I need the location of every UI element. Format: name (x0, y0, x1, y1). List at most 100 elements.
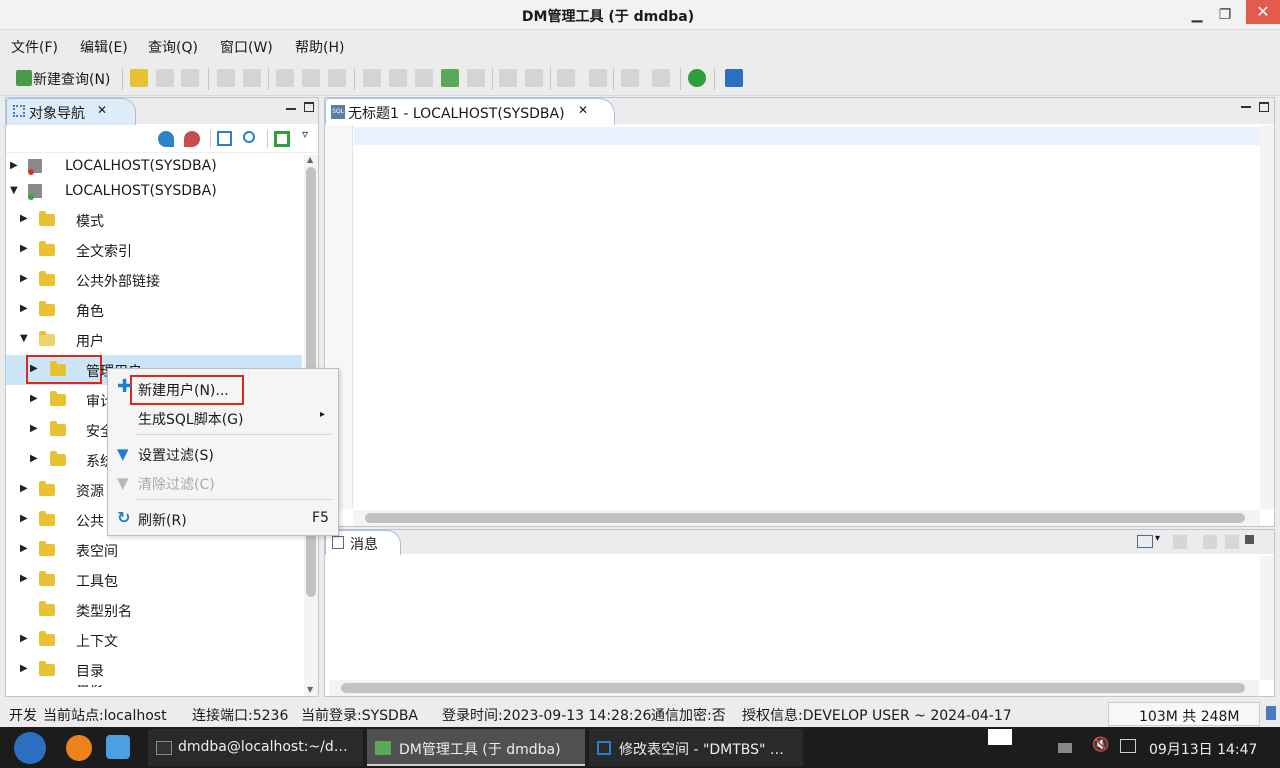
message-filter-icon[interactable] (1137, 535, 1153, 548)
collapse-arrow-icon[interactable]: ▼ (10, 185, 18, 196)
expand-arrow-icon[interactable]: ▶ (30, 423, 38, 434)
paste-icon[interactable] (328, 69, 346, 87)
search-icon[interactable] (243, 131, 255, 143)
clock[interactable]: 09月13日 14:47 (1149, 739, 1257, 759)
sql-editor-area[interactable] (354, 145, 1260, 509)
minimize-view-icon[interactable] (1245, 535, 1254, 544)
expand-arrow-icon[interactable]: ▶ (20, 663, 28, 674)
maximize-view-icon[interactable] (304, 102, 314, 112)
redo-icon[interactable] (243, 69, 261, 87)
tree-item-users[interactable]: ▼ 用户 (6, 325, 302, 355)
garbage-collect-icon[interactable] (1266, 706, 1276, 720)
file-manager-icon[interactable] (106, 735, 130, 759)
scroll-up-icon[interactable]: ▲ (307, 155, 313, 164)
run-icon[interactable] (363, 69, 381, 87)
dropdown-arrow-icon[interactable]: ▾ (1155, 533, 1160, 544)
expand-arrow-icon[interactable]: ▶ (20, 573, 28, 584)
tab-untitled-query[interactable]: SQL 无标题1 - LOCALHOST(SYSDBA) ✕ (325, 98, 615, 125)
menu-help[interactable]: 帮助(H) (295, 37, 344, 57)
tab-object-navigator[interactable]: 对象导航 ✕ (6, 98, 136, 125)
home-icon[interactable] (725, 69, 743, 87)
expand-arrow-icon[interactable]: ▶ (20, 483, 28, 494)
tree-connection[interactable]: ▼ LOCALHOST(SYSDBA) (6, 177, 302, 207)
menu-item-refresh[interactable]: ↻ 刷新(R) F5 (108, 505, 338, 533)
collapse-arrow-icon[interactable]: ▼ (20, 333, 28, 344)
menu-item-set-filter[interactable]: ▼ 设置过滤(S) (108, 440, 338, 468)
volume-muted-icon[interactable]: 🔇 (1092, 737, 1109, 753)
tree-item-type-aliases[interactable]: 类型别名 (6, 595, 302, 625)
restore-button[interactable]: ❐ (1212, 4, 1238, 26)
task-modify-tablespace[interactable]: 修改表空间 - "DMTBS" … (589, 729, 803, 766)
expand-arrow-icon[interactable]: ▶ (20, 243, 28, 254)
stop-icon[interactable] (467, 69, 485, 87)
firefox-icon[interactable] (66, 735, 92, 761)
expand-arrow-icon[interactable]: ▶ (20, 543, 28, 554)
expand-arrow-icon[interactable]: ▶ (30, 393, 38, 404)
tree-item-packages[interactable]: ▶ 工具包 (6, 565, 302, 595)
connect-icon[interactable] (158, 131, 174, 147)
expand-arrow-icon[interactable]: ▶ (20, 273, 28, 284)
export-icon[interactable] (441, 69, 459, 87)
debug-bug-icon[interactable] (688, 69, 706, 87)
tree-item-directories[interactable]: ▶ 目录 (6, 655, 302, 685)
menu-file[interactable]: 文件(F) (11, 37, 58, 57)
expand-arrow-icon[interactable]: ▶ (20, 513, 28, 524)
clear-messages-icon[interactable] (1173, 535, 1187, 549)
close-button[interactable]: ✕ (1246, 0, 1280, 24)
save-icon[interactable] (156, 69, 174, 87)
messages-area[interactable] (329, 556, 1259, 680)
close-icon[interactable]: ✕ (97, 103, 107, 117)
run-step-icon[interactable] (389, 69, 407, 87)
network-icon[interactable] (1120, 739, 1136, 753)
menu-item-generate-sql[interactable]: 生成SQL脚本(G) ▸ (108, 404, 338, 432)
calendar-icon[interactable] (589, 69, 607, 87)
minimize-view-icon[interactable] (1241, 106, 1251, 108)
current-line-highlight[interactable] (354, 127, 1260, 145)
expand-arrow-icon[interactable]: ▶ (20, 303, 28, 314)
start-menu-icon[interactable] (14, 732, 46, 764)
tree-item-schema[interactable]: ▶ 模式 (6, 205, 302, 235)
rollback-icon[interactable] (525, 69, 543, 87)
messages-horizontal-scrollbar[interactable] (329, 680, 1259, 696)
tree-item-contexts[interactable]: ▶ 上下文 (6, 625, 302, 655)
expand-arrow-icon[interactable]: ▶ (30, 453, 38, 464)
expand-all-icon[interactable] (274, 131, 290, 147)
tree-item-tablespaces[interactable]: ▶ 表空间 (6, 535, 302, 565)
close-icon[interactable]: ✕ (578, 103, 588, 117)
tree-item-fulltext-index[interactable]: ▶ 全文索引 (6, 235, 302, 265)
expand-arrow-icon[interactable]: ▶ (20, 633, 28, 644)
minimize-button[interactable]: ▁ (1184, 4, 1210, 26)
tree-item-backups[interactable]: 备份 (6, 685, 302, 696)
minimize-view-icon[interactable] (286, 108, 296, 110)
format-icon[interactable] (621, 69, 639, 87)
new-query-button[interactable]: 新建查询(N) (8, 66, 120, 90)
schedule-icon[interactable] (557, 69, 575, 87)
menu-item-new-user[interactable]: ✚ 新建用户(N)... (108, 375, 338, 405)
remove-all-icon[interactable] (1225, 535, 1239, 549)
view-menu-icon[interactable]: ▿ (302, 127, 308, 141)
copy-icon[interactable] (302, 69, 320, 87)
commit-icon[interactable] (499, 69, 517, 87)
task-terminal[interactable]: dmdba@localhost:~/d… (148, 729, 363, 766)
messages-vertical-scrollbar[interactable] (1260, 556, 1274, 680)
messages-scrollbar-thumb[interactable] (341, 683, 1245, 693)
editor-scrollbar-thumb[interactable] (365, 513, 1245, 523)
editor-horizontal-scrollbar[interactable] (353, 510, 1260, 526)
save-all-icon[interactable] (181, 69, 199, 87)
menu-edit[interactable]: 编辑(E) (80, 37, 128, 57)
expand-arrow-icon[interactable]: ▶ (30, 363, 38, 374)
remove-icon[interactable] (1203, 535, 1217, 549)
shuffle-icon[interactable] (652, 69, 670, 87)
task-dm-manager[interactable]: DM管理工具 (于 dmdba) (367, 729, 585, 766)
keyboard-icon[interactable] (1058, 743, 1072, 753)
maximize-view-icon[interactable] (1259, 102, 1269, 112)
cut-icon[interactable] (276, 69, 294, 87)
open-icon[interactable] (130, 69, 148, 87)
expand-arrow-icon[interactable]: ▶ (10, 160, 18, 171)
tree-item-public-links[interactable]: ▶ 公共外部链接 (6, 265, 302, 295)
menu-window[interactable]: 窗口(W) (220, 37, 273, 57)
explain-icon[interactable] (415, 69, 433, 87)
editor-vertical-scrollbar[interactable] (1260, 125, 1274, 509)
tree-item-roles[interactable]: ▶ 角色 (6, 295, 302, 325)
menu-item-clear-filter[interactable]: ▼ 清除过滤(C) (108, 469, 338, 497)
